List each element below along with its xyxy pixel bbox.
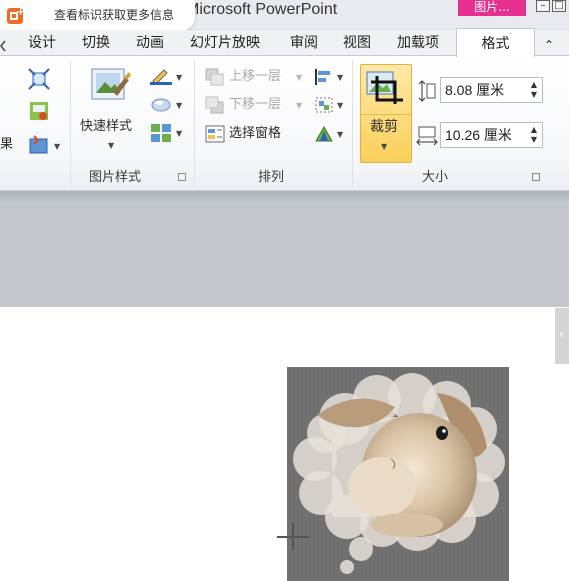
picture-styles-group-label: 图片样式 xyxy=(89,170,142,185)
group-separator xyxy=(352,60,353,188)
arrange-group-label: 排列 xyxy=(258,170,285,185)
window-title: Microsoft PowerPoint xyxy=(186,1,338,18)
rotate-icon[interactable] xyxy=(314,125,334,147)
picture-layout-dropdown-icon[interactable]: ▼ xyxy=(176,130,182,138)
bring-forward-icon[interactable] xyxy=(205,68,225,90)
quick-styles-label[interactable]: 快速样式 xyxy=(80,119,132,135)
selection-pane-label[interactable]: 选择窗格 xyxy=(229,126,281,142)
quick-styles-icon[interactable] xyxy=(91,66,131,110)
tab-slideshow[interactable]: 幻灯片放映 xyxy=(190,33,260,53)
picture-effects-dropdown-icon[interactable]: ▼ xyxy=(176,102,182,110)
picture-tools-context-tab[interactable]: 图片... xyxy=(458,0,526,16)
side-panel-toggle[interactable]: ‹ xyxy=(555,308,569,364)
tab-addins[interactable]: 加载项 xyxy=(397,33,439,53)
size-group-label: 大小 xyxy=(422,170,449,185)
group-objects-dropdown-icon[interactable]: ▼ xyxy=(337,102,343,110)
shape-width-spinner[interactable]: ▲ ▼ xyxy=(528,125,540,145)
shape-height-icon xyxy=(418,80,436,106)
send-backward-label[interactable]: 下移一层 xyxy=(229,97,281,113)
selection-pane-icon[interactable] xyxy=(205,125,225,147)
tab-transitions[interactable]: 切换 xyxy=(82,33,110,53)
scroll-left-icon[interactable] xyxy=(0,37,6,52)
ribbon-gap-band xyxy=(0,191,569,307)
quick-styles-dropdown-icon[interactable]: ▼ xyxy=(108,142,114,150)
add-badge-icon[interactable]: + xyxy=(7,6,25,24)
group-separator xyxy=(70,60,71,188)
info-tooltip: + 查看标识获取更多信息 xyxy=(0,0,195,31)
bring-forward-dropdown-icon[interactable]: ▼ xyxy=(296,74,302,82)
change-picture-icon[interactable] xyxy=(28,100,50,126)
bring-forward-label[interactable]: 上移一层 xyxy=(229,69,281,85)
picture-border-dropdown-icon[interactable]: ▼ xyxy=(176,74,182,82)
minimize-button[interactable]: – xyxy=(536,0,550,12)
ribbon-shadow xyxy=(0,191,569,203)
align-dropdown-icon[interactable]: ▼ xyxy=(337,74,343,82)
reset-picture-dropdown-icon[interactable]: ▼ xyxy=(54,143,60,151)
restore-button[interactable]: □ xyxy=(552,0,566,12)
crop-dropdown-icon[interactable]: ▼ xyxy=(381,143,387,151)
picture-effects-icon[interactable] xyxy=(150,96,172,118)
crosshair-cursor-vertical xyxy=(292,523,294,550)
size-launcher-icon[interactable] xyxy=(532,173,540,181)
tab-animations[interactable]: 动画 xyxy=(136,33,164,53)
picture-styles-launcher-icon[interactable] xyxy=(178,173,186,181)
send-backward-icon[interactable] xyxy=(205,96,225,118)
picture-effects-partial-label[interactable]: 果 xyxy=(0,137,13,153)
group-separator xyxy=(194,60,195,188)
picture-layout-icon[interactable] xyxy=(150,123,172,147)
send-backward-dropdown-icon[interactable]: ▼ xyxy=(296,102,302,110)
compress-pictures-icon[interactable] xyxy=(28,68,50,94)
tab-design[interactable]: 设计 xyxy=(28,33,56,53)
crop-label[interactable]: 裁剪 xyxy=(370,119,398,135)
reset-picture-icon[interactable] xyxy=(28,134,50,160)
crop-icon[interactable] xyxy=(365,70,405,110)
collapse-ribbon-icon[interactable]: ⌃ xyxy=(544,35,554,55)
tooltip-text: 查看标识获取更多信息 xyxy=(54,8,175,22)
group-objects-icon[interactable] xyxy=(314,96,334,118)
tab-view[interactable]: 视图 xyxy=(343,33,371,53)
picture-border-icon[interactable] xyxy=(150,67,172,89)
tab-format[interactable]: 格式 xyxy=(456,28,535,58)
rabbit-picture[interactable] xyxy=(287,367,509,581)
rotate-dropdown-icon[interactable]: ▼ xyxy=(337,131,343,139)
shape-height-spinner[interactable]: ▲ ▼ xyxy=(528,80,540,100)
tab-review[interactable]: 审阅 xyxy=(290,33,318,53)
crop-split-line xyxy=(361,114,411,115)
align-icon[interactable] xyxy=(314,68,334,90)
shape-width-icon xyxy=(416,126,438,150)
